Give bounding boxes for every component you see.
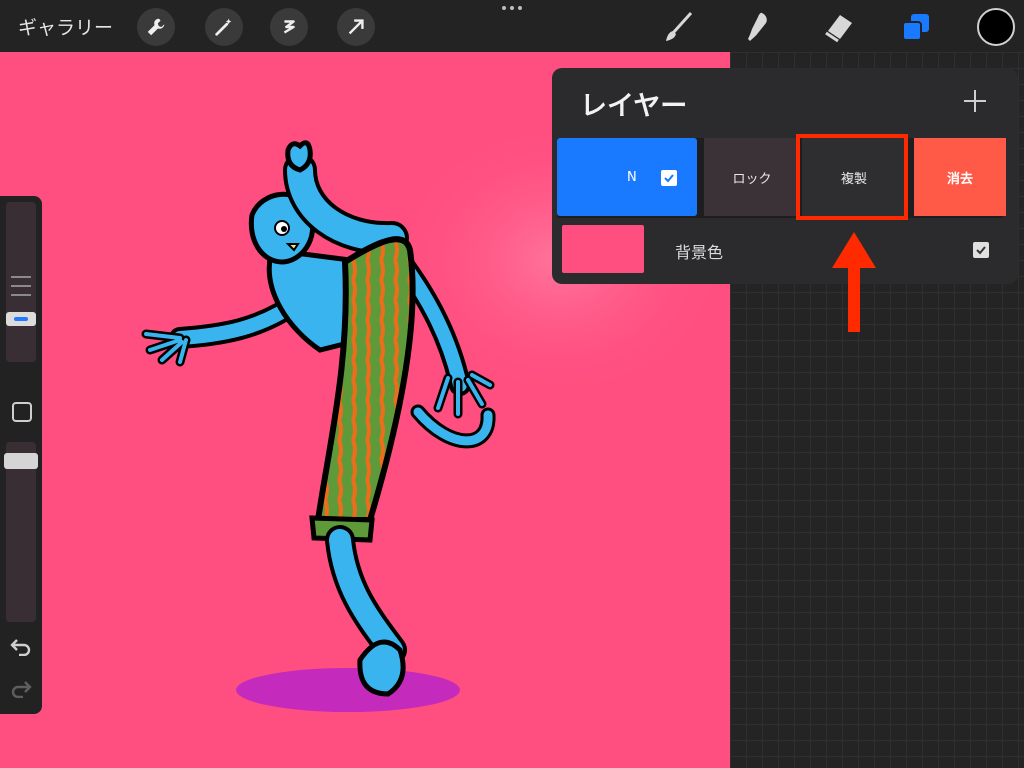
layer-visibility-checkbox[interactable] xyxy=(661,170,677,186)
transform-button[interactable] xyxy=(337,8,375,46)
lock-button[interactable]: ロック xyxy=(704,138,800,216)
delete-button[interactable]: 消去 xyxy=(914,138,1006,216)
brush-tool[interactable] xyxy=(661,9,697,45)
color-picker-swatch[interactable] xyxy=(977,8,1015,46)
wrench-icon xyxy=(147,18,165,36)
opacity-slider[interactable] xyxy=(6,442,36,622)
background-visibility-checkbox[interactable] xyxy=(973,242,989,258)
size-tick-marks xyxy=(11,276,31,303)
eraser-icon xyxy=(825,15,852,43)
add-layer-icon[interactable] xyxy=(960,86,990,116)
top-toolbar: ギャラリー xyxy=(0,0,1024,52)
eraser-tool[interactable] xyxy=(820,9,856,45)
undo-icon[interactable] xyxy=(9,636,33,656)
opacity-thumb[interactable] xyxy=(4,453,38,469)
transform-arrow-icon xyxy=(348,19,364,35)
duplicate-highlight-box xyxy=(796,134,908,220)
checkmark-icon xyxy=(664,174,674,183)
gallery-button[interactable]: ギャラリー xyxy=(18,13,113,40)
adjustments-button[interactable] xyxy=(205,8,243,46)
layers-tool[interactable] xyxy=(898,9,934,45)
brush-size-thumb[interactable] xyxy=(6,312,36,326)
layers-icon xyxy=(902,14,929,41)
background-layer-label: 背景色 xyxy=(675,243,724,262)
smudge-tool[interactable] xyxy=(740,9,776,45)
modify-button[interactable] xyxy=(12,402,32,422)
layer-blend-mode-button[interactable]: N xyxy=(557,138,697,216)
brush-icon xyxy=(666,11,693,41)
selection-icon xyxy=(283,20,295,34)
redo-icon[interactable] xyxy=(9,678,33,698)
more-options-handle[interactable] xyxy=(500,2,524,14)
checkmark-icon xyxy=(976,246,986,255)
selection-button[interactable] xyxy=(270,8,308,46)
smudge-icon xyxy=(748,12,767,41)
background-color-layer[interactable]: 背景色 xyxy=(557,222,1003,278)
background-color-thumbnail xyxy=(562,225,644,273)
red-arrow-annotation xyxy=(832,232,876,332)
left-sidebar xyxy=(0,196,42,714)
actions-button[interactable] xyxy=(137,8,175,46)
blend-mode-label: N xyxy=(627,170,637,185)
magic-wand-icon xyxy=(215,18,232,36)
layers-panel: レイヤー N ロック 複製 消去 背景色 xyxy=(552,68,1018,284)
layers-panel-title: レイヤー xyxy=(580,91,688,122)
